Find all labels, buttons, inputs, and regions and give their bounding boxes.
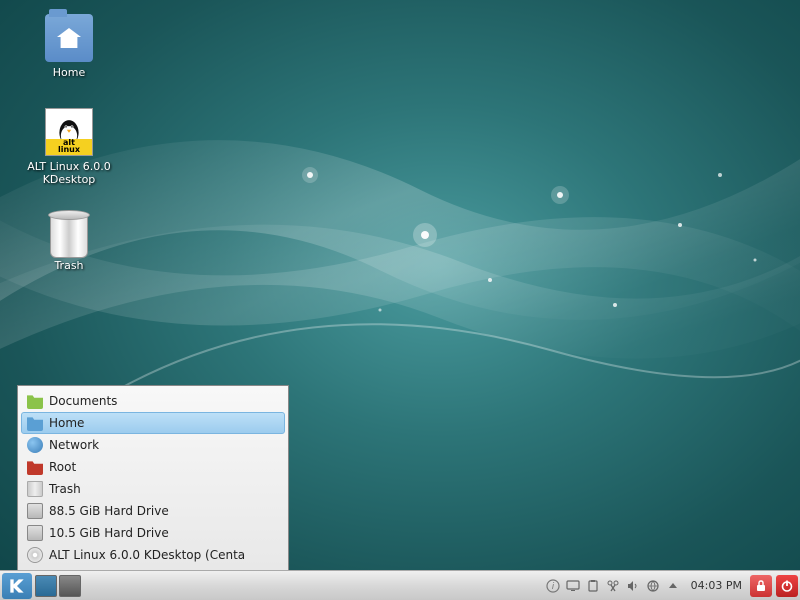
show-desktop-button[interactable] <box>35 575 57 597</box>
kmenu-button[interactable] <box>2 573 32 599</box>
places-item-drive-2[interactable]: 10.5 GiB Hard Drive <box>21 522 285 544</box>
places-item-trash[interactable]: Trash <box>21 478 285 500</box>
desktop-icon-label: Home <box>24 65 114 80</box>
trash-small-icon <box>27 481 43 497</box>
places-menu: Documents Home Network Root Trash 88.5 G… <box>17 385 289 570</box>
altlinux-icon <box>45 108 93 156</box>
desktop-icon-label: ALT Linux 6.0.0 KDesktop <box>24 159 114 187</box>
power-icon <box>780 579 794 593</box>
places-item-root[interactable]: Root <box>21 456 285 478</box>
taskbar-panel: i 04:03 PM <box>0 570 800 600</box>
desktop-icon-altlinux[interactable]: ALT Linux 6.0.0 KDesktop <box>24 108 114 187</box>
menu-item-label: 10.5 GiB Hard Drive <box>49 526 169 540</box>
desktop-icon-label: Trash <box>24 258 114 273</box>
places-item-disc[interactable]: ALT Linux 6.0.0 KDesktop (Centa <box>21 544 285 566</box>
places-item-home[interactable]: Home <box>21 412 285 434</box>
shutdown-button[interactable] <box>776 575 798 597</box>
file-manager-button[interactable] <box>59 575 81 597</box>
volume-icon[interactable] <box>625 578 641 594</box>
harddrive-icon <box>27 525 43 541</box>
places-item-network[interactable]: Network <box>21 434 285 456</box>
display-icon[interactable] <box>565 578 581 594</box>
tray-expand-icon[interactable] <box>665 578 681 594</box>
globe-icon <box>27 437 43 453</box>
desktop-icon-trash[interactable]: Trash <box>24 214 114 273</box>
menu-item-label: 88.5 GiB Hard Drive <box>49 504 169 518</box>
lock-screen-button[interactable] <box>750 575 772 597</box>
klipper-icon[interactable] <box>605 578 621 594</box>
menu-item-label: ALT Linux 6.0.0 KDesktop (Centa <box>49 548 245 562</box>
folder-green-icon <box>27 393 43 409</box>
kde-logo-icon <box>7 576 27 596</box>
menu-item-label: Documents <box>49 394 117 408</box>
folder-red-icon <box>27 459 43 475</box>
desktop-icon-home[interactable]: Home <box>24 14 114 80</box>
home-folder-icon <box>45 14 93 62</box>
places-item-drive-1[interactable]: 88.5 GiB Hard Drive <box>21 500 285 522</box>
info-icon[interactable]: i <box>545 578 561 594</box>
disc-icon <box>27 547 43 563</box>
panel-clock[interactable]: 04:03 PM <box>685 579 748 592</box>
trash-icon <box>50 214 88 258</box>
menu-item-label: Network <box>49 438 99 452</box>
network-icon[interactable] <box>645 578 661 594</box>
folder-blue-icon <box>27 415 43 431</box>
svg-text:i: i <box>551 582 554 592</box>
places-item-documents[interactable]: Documents <box>21 390 285 412</box>
lock-icon <box>755 580 767 592</box>
clipboard-icon[interactable] <box>585 578 601 594</box>
system-tray: i <box>541 578 685 594</box>
menu-item-label: Home <box>49 416 84 430</box>
menu-item-label: Root <box>49 460 76 474</box>
menu-item-label: Trash <box>49 482 81 496</box>
harddrive-icon <box>27 503 43 519</box>
